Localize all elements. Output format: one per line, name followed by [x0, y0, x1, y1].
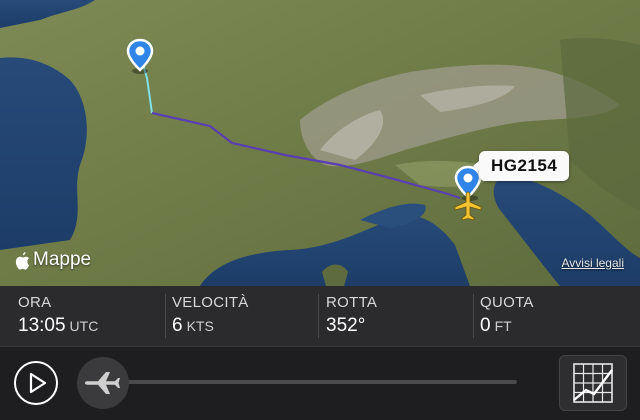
map-view[interactable]: HG2154 Mappe Avvisi legali — [0, 0, 640, 286]
stat-heading-value: 352° — [326, 315, 366, 336]
stat-time-unit: UTC — [69, 318, 99, 334]
stat-divider — [473, 294, 474, 338]
stat-altitude-unit: FT — [494, 318, 512, 334]
flight-route — [139, 54, 461, 200]
maps-logo: Mappe — [14, 249, 91, 271]
flight-number-callout[interactable]: HG2154 — [472, 151, 570, 181]
stat-speed-unit: KTS — [186, 318, 214, 334]
stat-altitude-label: QUOTA — [480, 294, 534, 311]
stat-speed-value: 6 KTS — [172, 315, 214, 336]
stat-divider — [165, 294, 166, 338]
play-icon — [29, 372, 47, 394]
grid-chart-icon — [573, 363, 613, 403]
stat-time-label: ORA — [18, 294, 52, 311]
play-button[interactable] — [14, 361, 58, 405]
maps-brand-label: Mappe — [33, 249, 92, 270]
legal-notices-link[interactable]: Avvisi legali — [562, 256, 624, 270]
playback-bar — [0, 346, 640, 420]
stat-altitude-value: 0 FT — [480, 315, 512, 336]
flight-chart-button[interactable] — [559, 355, 627, 411]
timeline-scrubber[interactable] — [77, 357, 129, 409]
origin-pin-icon[interactable] — [125, 38, 155, 79]
apple-logo-icon — [15, 251, 30, 270]
stat-time-value: 13:05 UTC — [18, 315, 99, 336]
airplane-icon — [85, 372, 120, 394]
stat-heading-label: ROTTA — [326, 294, 378, 311]
flight-stats-bar: ORA 13:05 UTC VELOCITÀ 6 KTS ROTTA 352° QU… — [0, 286, 640, 346]
stat-speed-label: VELOCITÀ — [172, 294, 249, 311]
aircraft-icon[interactable] — [453, 190, 483, 227]
timeline-track[interactable] — [100, 380, 517, 384]
stat-divider — [318, 294, 319, 338]
